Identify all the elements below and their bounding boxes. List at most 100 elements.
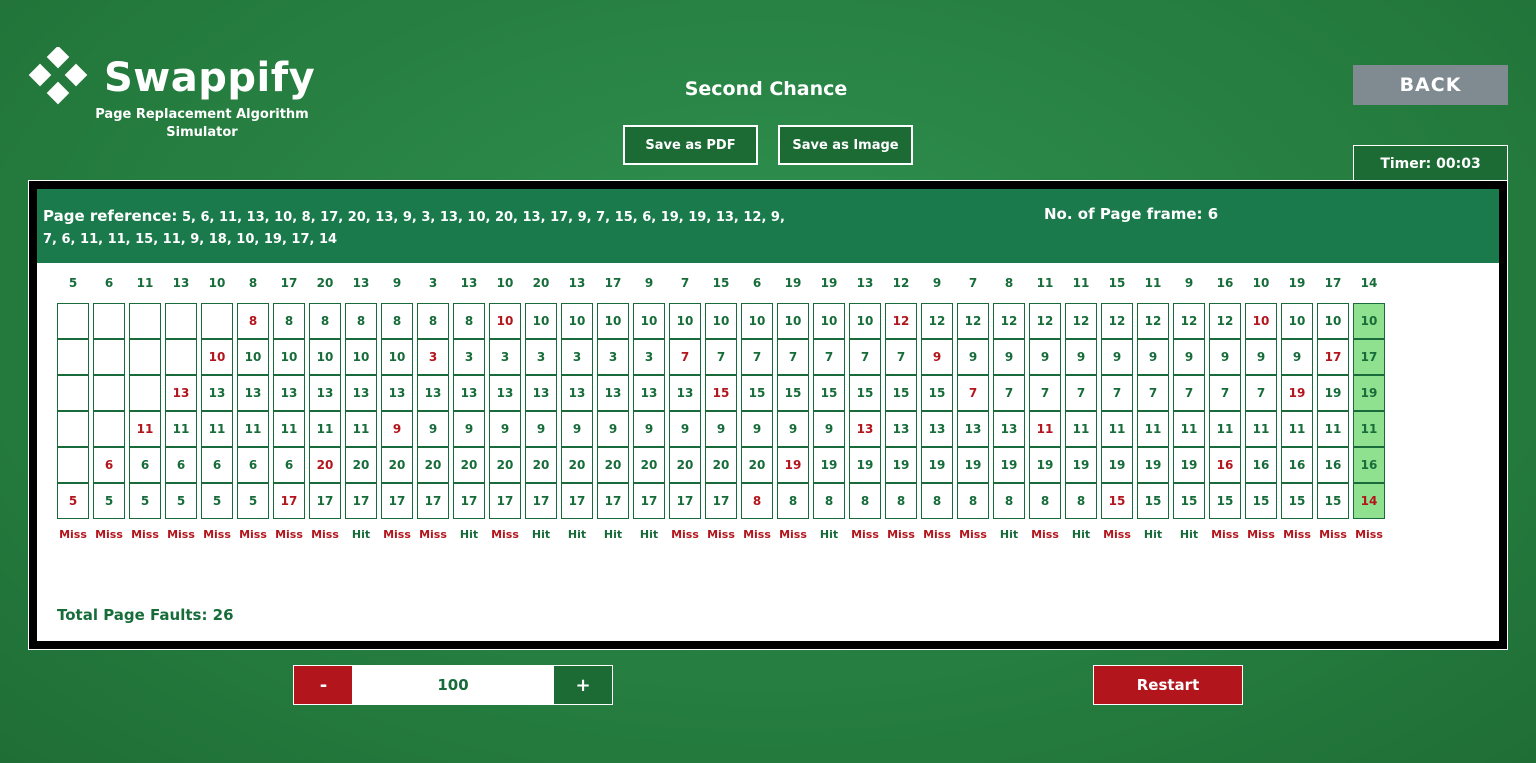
logo-icon: [28, 47, 88, 105]
frame-cell: 17: [669, 483, 701, 519]
frame-cell: 9: [993, 339, 1025, 375]
frame-cell: 7: [741, 339, 773, 375]
frame-cell: 15: [921, 375, 953, 411]
frame-cell: 10: [237, 339, 269, 375]
frame-cell: 3: [633, 339, 665, 375]
frame-cell: 15: [1137, 483, 1169, 519]
frame-cell: 15: [813, 375, 845, 411]
frame-cell: 6: [237, 447, 269, 483]
frame-cell: 7: [1137, 375, 1169, 411]
frame-cell: 10: [1353, 303, 1385, 339]
frame-cell: 15: [1317, 483, 1349, 519]
frame-cell: 13: [957, 411, 989, 447]
frame-cell: 10: [1245, 303, 1277, 339]
frame-cell: 19: [1137, 447, 1169, 483]
frame-cell: 9: [705, 411, 737, 447]
frame-cell: 13: [921, 411, 953, 447]
frame-cell: 11: [129, 411, 161, 447]
frame-cell: 11: [1353, 411, 1385, 447]
frame-cell: 8: [849, 483, 881, 519]
frame-cell: 5: [201, 483, 233, 519]
status-label: Miss: [167, 528, 195, 541]
frame-cell: 9: [597, 411, 629, 447]
frame-cell: 11: [1245, 411, 1277, 447]
frame-cell: 12: [1173, 303, 1205, 339]
frame-cell: 12: [1101, 303, 1133, 339]
frame-cell: 19: [1281, 375, 1313, 411]
status-label: Miss: [203, 528, 231, 541]
save-pdf-button[interactable]: Save as PDF: [623, 125, 758, 165]
frame-cell: 11: [1317, 411, 1349, 447]
frame-cell: 8: [957, 483, 989, 519]
frame-cell: 5: [237, 483, 269, 519]
status-label: Miss: [419, 528, 447, 541]
page-frames-count: No. of Page frame: 6: [1044, 205, 1219, 223]
frame-cell: 12: [1065, 303, 1097, 339]
frame-cell: 10: [669, 303, 701, 339]
status-label: Miss: [707, 528, 735, 541]
frame-cell: 3: [417, 339, 449, 375]
frame-cell: 8: [237, 303, 269, 339]
frame-cell: 15: [1209, 483, 1241, 519]
algorithm-title: Second Chance: [684, 78, 848, 100]
status-label: Miss: [851, 528, 879, 541]
status-label: Miss: [959, 528, 987, 541]
reference-value: 16: [1216, 276, 1234, 290]
frame-cell: 10: [1317, 303, 1349, 339]
frame-cell: 17: [1317, 339, 1349, 375]
reference-value: 13: [856, 276, 874, 290]
frame-cell: 15: [777, 375, 809, 411]
restart-button[interactable]: Restart: [1093, 665, 1243, 705]
speed-increase-button[interactable]: +: [554, 665, 613, 705]
frame-cell: [57, 375, 89, 411]
frame-cell: 9: [921, 339, 953, 375]
frame-cell: 20: [669, 447, 701, 483]
frame-cell: 8: [273, 303, 305, 339]
frame-cell: 12: [1137, 303, 1169, 339]
frame-cell: 13: [237, 375, 269, 411]
frame-cell: 10: [273, 339, 305, 375]
frame-cell: 9: [813, 411, 845, 447]
frame-cell: 20: [489, 447, 521, 483]
frame-cell: 10: [381, 339, 413, 375]
back-button[interactable]: BACK: [1353, 65, 1508, 105]
reference-value: 10: [208, 276, 226, 290]
frame-cell: 11: [1173, 411, 1205, 447]
frame-cell: [165, 339, 197, 375]
frame-cell: 13: [381, 375, 413, 411]
frame-cell: [57, 447, 89, 483]
frame-cell: 11: [1065, 411, 1097, 447]
frame-cell: 12: [957, 303, 989, 339]
reference-value: 8: [1004, 276, 1014, 290]
frame-cell: 7: [993, 375, 1025, 411]
status-label: Miss: [59, 528, 87, 541]
save-image-button[interactable]: Save as Image: [778, 125, 913, 165]
frame-cell: 5: [57, 483, 89, 519]
frame-cell: 6: [93, 447, 125, 483]
frame-cell: 10: [345, 339, 377, 375]
frame-cell: 11: [237, 411, 269, 447]
frame-cell: 8: [309, 303, 341, 339]
reference-value: 13: [568, 276, 586, 290]
frame-cell: 13: [489, 375, 521, 411]
speed-decrease-button[interactable]: -: [293, 665, 353, 705]
frame-cell: 8: [1065, 483, 1097, 519]
frame-cell: 11: [309, 411, 341, 447]
frame-cell: 16: [1317, 447, 1349, 483]
frame-cell: 16: [1281, 447, 1313, 483]
frame-cell: 9: [1101, 339, 1133, 375]
frame-cell: 19: [885, 447, 917, 483]
reference-value: 9: [1184, 276, 1194, 290]
frame-cell: 13: [201, 375, 233, 411]
frame-cell: 13: [417, 375, 449, 411]
frame-cell: 17: [489, 483, 521, 519]
frame-cell: 8: [417, 303, 449, 339]
reference-value: 20: [532, 276, 550, 290]
frame-cell: 7: [669, 339, 701, 375]
frame-cell: 20: [381, 447, 413, 483]
frame-cell: 9: [561, 411, 593, 447]
frame-cell: 13: [597, 375, 629, 411]
reference-value: 11: [1144, 276, 1162, 290]
frame-cell: 13: [633, 375, 665, 411]
status-label: Hit: [1071, 528, 1091, 541]
